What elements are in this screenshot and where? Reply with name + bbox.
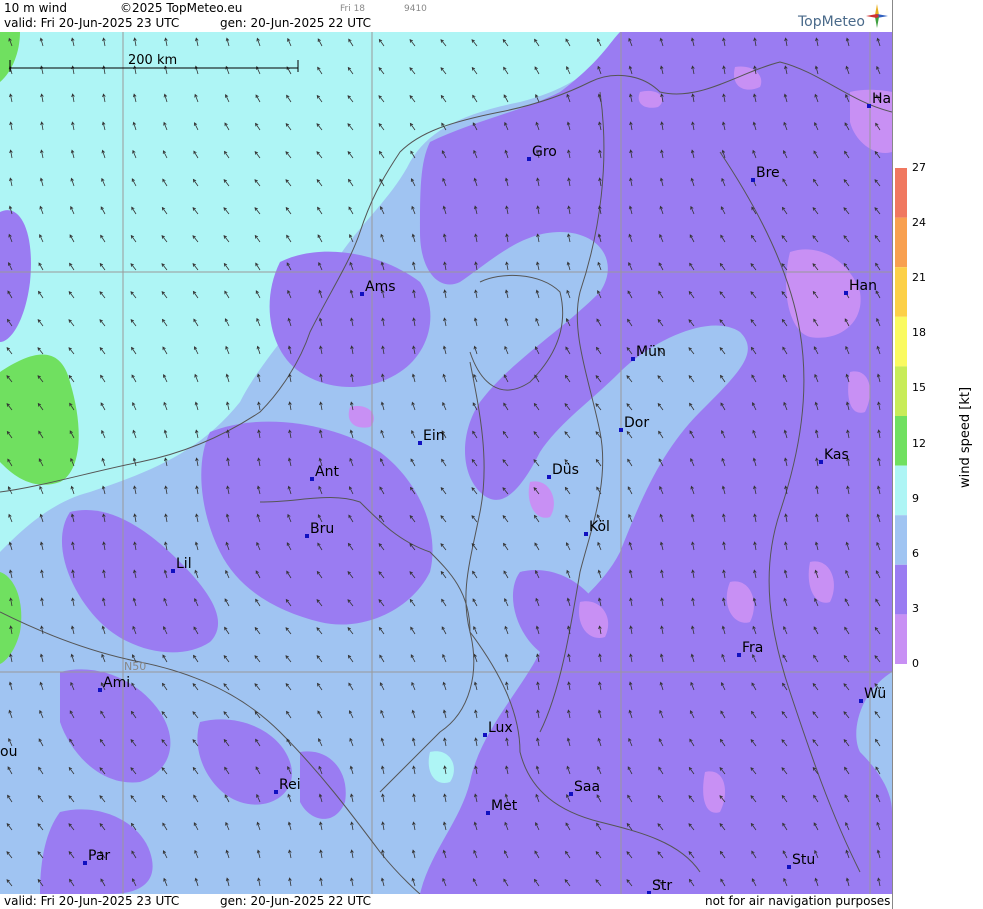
city-dot[interactable]	[569, 792, 573, 796]
city-dot[interactable]	[584, 532, 588, 536]
map-footer: valid: Fri 20-Jun-2025 23 UTC gen: 20-Ju…	[0, 894, 892, 909]
city-label[interactable]: Str	[652, 878, 672, 894]
city-label[interactable]: Par	[88, 848, 110, 864]
colorbar-tick: 21	[912, 271, 926, 285]
colorbar-tick: 24	[912, 216, 926, 230]
city-label[interactable]: Saa	[574, 779, 600, 795]
colorbar-segment	[895, 316, 907, 367]
colorbar-segment	[895, 168, 907, 218]
colorbar-tick: 18	[912, 326, 926, 340]
city-label[interactable]: Lil	[176, 556, 192, 572]
city-dot[interactable]	[751, 178, 755, 182]
city-label[interactable]: Ami	[103, 675, 130, 691]
footer-valid-time: valid: Fri 20-Jun-2025 23 UTC	[4, 894, 180, 908]
city-label[interactable]: Ein	[423, 428, 445, 444]
city-dot[interactable]	[619, 428, 623, 432]
city-dot[interactable]	[844, 291, 848, 295]
copyright: ©2025 TopMeteo.eu	[120, 1, 243, 15]
city-label[interactable]: Wü	[864, 686, 886, 702]
colorbar-tick: 12	[912, 436, 926, 450]
colorbar-tick: 9	[912, 491, 919, 505]
city-dot[interactable]	[418, 441, 422, 445]
city-dot[interactable]	[305, 534, 309, 538]
city-label[interactable]: Köl	[589, 519, 610, 535]
colorbar-segment	[895, 217, 907, 268]
city-label[interactable]: Lux	[488, 720, 513, 736]
city-label[interactable]: Mün	[636, 344, 666, 360]
colorbar-title: wind speed [kt]	[958, 386, 973, 488]
colorbar-segment	[895, 366, 907, 416]
city-dot[interactable]	[486, 811, 490, 815]
city-label[interactable]: Bru	[310, 521, 334, 537]
map-canvas: 200 km N50 Gro Bre Ha Ams Han Mün Ein Do…	[0, 32, 892, 894]
city-label[interactable]: Stu	[792, 852, 815, 868]
city-dot[interactable]	[360, 292, 364, 296]
city-label[interactable]: Met	[491, 798, 518, 814]
city-dot[interactable]	[859, 699, 863, 703]
colorbar-segment	[895, 267, 907, 317]
colorbar-tick: 6	[912, 546, 919, 560]
city-label[interactable]: Han	[849, 278, 877, 294]
city-dot[interactable]	[737, 653, 741, 657]
colorbar-segment	[895, 465, 907, 516]
city-label[interactable]: Ant	[315, 464, 339, 480]
city-label[interactable]: Rei	[279, 777, 301, 793]
map-header: 10 m wind ©2025 TopMeteo.eu Fri 18 9410 …	[0, 0, 892, 32]
city-label[interactable]: Ams	[365, 279, 396, 295]
colorbar-tick: 27	[912, 161, 926, 174]
small-code: 9410	[404, 4, 427, 14]
logo-compass-icon	[866, 4, 888, 28]
scale-bar-label: 200 km	[128, 53, 177, 68]
footer-gen-time: gen: 20-Jun-2025 22 UTC	[220, 894, 372, 908]
city-label[interactable]: Düs	[552, 462, 579, 478]
disclaimer: not for air navigation purposes	[705, 894, 891, 908]
city-label[interactable]: ou	[0, 744, 17, 760]
colorbar-tick: 3	[912, 601, 919, 615]
city-label[interactable]: Bre	[756, 165, 780, 181]
city-label[interactable]: Gro	[532, 144, 557, 160]
valid-time: valid: Fri 20-Jun-2025 23 UTC	[4, 16, 180, 30]
logo-text: TopMeteo	[798, 14, 865, 30]
city-dot[interactable]	[171, 569, 175, 573]
city-label[interactable]: Fra	[742, 640, 763, 656]
city-dot[interactable]	[527, 157, 531, 161]
colorbar-segment	[895, 614, 907, 664]
city-label[interactable]: Kas	[824, 447, 849, 463]
colorbar-segment	[895, 515, 907, 565]
city-dot[interactable]	[787, 865, 791, 869]
city-dot[interactable]	[83, 861, 87, 865]
city-dot[interactable]	[819, 460, 823, 464]
gen-time: gen: 20-Jun-2025 22 UTC	[220, 16, 372, 30]
colorbar-tick: 0	[912, 657, 919, 670]
wind-map[interactable]: 200 km N50 Gro Bre Ha Ams Han Mün Ein Do…	[0, 32, 892, 894]
colorbar-tick: 15	[912, 381, 926, 395]
city-dot[interactable]	[547, 475, 551, 479]
colorbar-scale	[895, 168, 907, 664]
colorbar-segment	[895, 564, 907, 615]
city-label[interactable]: Dor	[624, 415, 649, 431]
city-label[interactable]: Ha	[872, 91, 891, 107]
field-title: 10 m wind	[4, 1, 67, 15]
city-dot[interactable]	[98, 688, 102, 692]
city-dot[interactable]	[483, 733, 487, 737]
colorbar-segment	[895, 416, 907, 466]
city-dot[interactable]	[867, 104, 871, 108]
small-day: Fri 18	[340, 4, 366, 14]
city-dot[interactable]	[631, 357, 635, 361]
city-dot[interactable]	[274, 790, 278, 794]
city-dot[interactable]	[310, 477, 314, 481]
latitude-label: N50	[124, 660, 146, 673]
